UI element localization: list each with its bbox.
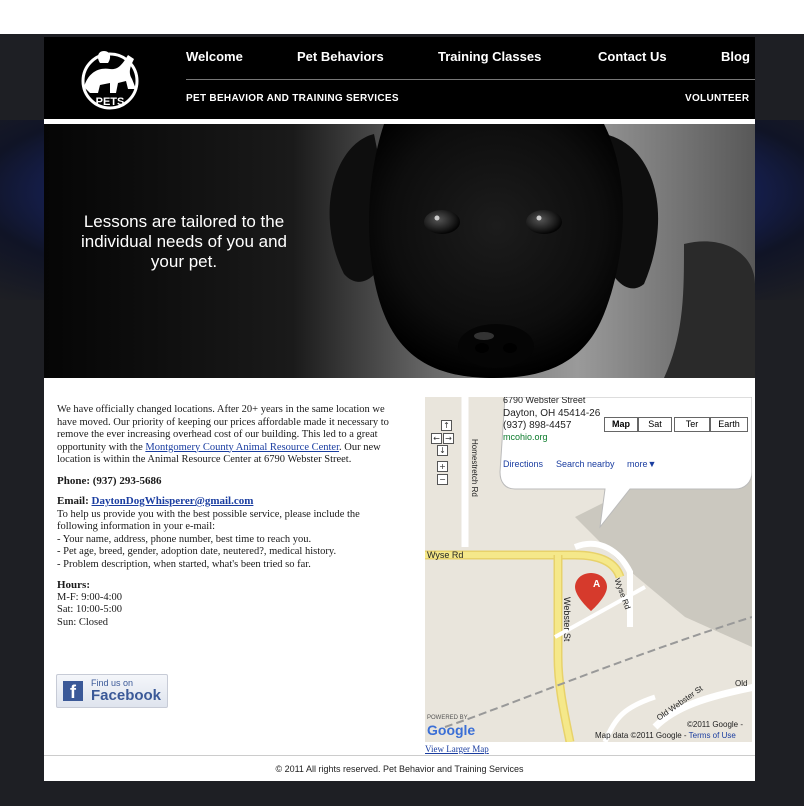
map-type-earth[interactable]: Earth bbox=[710, 417, 748, 432]
road-label-homestretch: Homestretch Rd bbox=[470, 439, 479, 497]
map-type-sat[interactable]: Sat bbox=[638, 417, 672, 432]
hero-banner: Lessons are tailored to the individual n… bbox=[44, 124, 755, 378]
nav-blog[interactable]: Blog bbox=[721, 49, 750, 64]
site-footer: © 2011 All rights reserved. Pet Behavior… bbox=[44, 755, 755, 781]
intro-paragraph: We have officially changed locations. Af… bbox=[57, 404, 402, 467]
nav-welcome[interactable]: Welcome bbox=[186, 49, 243, 64]
info-column: We have officially changed locations. Af… bbox=[57, 404, 402, 629]
pan-left-icon[interactable]: ← bbox=[431, 433, 442, 444]
google-map[interactable]: A 6790 Webster Street Dayton, OH 45414-2… bbox=[425, 397, 752, 742]
road-label-wyse: Wyse Rd bbox=[427, 550, 464, 560]
map-copyright: ©2011 Google - bbox=[687, 720, 744, 729]
map-type-ter[interactable]: Ter bbox=[674, 417, 710, 432]
page-wrapper: PETS Welcome Pet Behaviors Training Clas… bbox=[44, 37, 755, 781]
zoom-out-icon[interactable]: − bbox=[437, 474, 448, 485]
map-data-line: Map data ©2011 Google - Terms of Use bbox=[595, 731, 736, 740]
facebook-icon: f bbox=[63, 681, 83, 702]
footer-copyright: © 2011 All rights reserved. Pet Behavior… bbox=[275, 764, 524, 774]
main-content: We have officially changed locations. Af… bbox=[44, 378, 755, 755]
map-directions-link[interactable]: Directions bbox=[503, 459, 543, 469]
pan-right-icon[interactable]: → bbox=[443, 433, 454, 444]
pan-down-icon[interactable]: ↓ bbox=[437, 445, 448, 456]
phone-line: Phone: (937) 293-5686 bbox=[57, 474, 162, 487]
pan-up-icon[interactable]: ↑ bbox=[441, 420, 452, 431]
email-bullet: - Problem description, when started, wha… bbox=[57, 558, 311, 570]
hero-tagline: Lessons are tailored to the individual n… bbox=[80, 212, 288, 271]
map-site[interactable]: mcohio.org bbox=[503, 432, 548, 442]
facebook-button[interactable]: f Find us on Facebook bbox=[56, 674, 168, 708]
pets-logo[interactable]: PETS bbox=[70, 43, 152, 113]
site-header: PETS Welcome Pet Behaviors Training Clas… bbox=[44, 37, 755, 119]
nav-training-classes[interactable]: Training Classes bbox=[438, 49, 541, 64]
map-type-map[interactable]: Map bbox=[604, 417, 638, 432]
nav-divider bbox=[186, 79, 755, 80]
top-band bbox=[0, 0, 804, 34]
map-city: Dayton, OH 45414-26 bbox=[503, 408, 601, 419]
site-subtitle: PET BEHAVIOR AND TRAINING SERVICES bbox=[186, 93, 399, 104]
map-street: 6790 Webster Street bbox=[503, 397, 586, 405]
logo-text: PETS bbox=[96, 96, 125, 108]
road-label-webster: Webster St bbox=[562, 597, 572, 642]
hours-row: M-F: 9:00-4:00 bbox=[57, 591, 123, 603]
map-data-text: Map data ©2011 Google - bbox=[595, 731, 689, 740]
hours-row: Sat: 10:00-5:00 bbox=[57, 604, 123, 615]
email-link[interactable]: DaytonDogWhisperer@gmail.com bbox=[92, 495, 254, 507]
facebook-big-text: Facebook bbox=[91, 687, 162, 704]
hours-row: Sun: Closed bbox=[57, 616, 109, 628]
google-logo[interactable]: Google bbox=[427, 722, 475, 738]
nav-contact-us[interactable]: Contact Us bbox=[598, 49, 667, 64]
map-marker-label[interactable]: A bbox=[593, 579, 600, 590]
view-larger-map-link[interactable]: View Larger Map bbox=[425, 744, 489, 754]
email-label: Email: bbox=[57, 495, 92, 507]
hours-title: Hours: bbox=[57, 579, 90, 591]
email-bullet: - Your name, address, phone number, best… bbox=[57, 533, 312, 545]
terms-of-use-link[interactable]: Terms of Use bbox=[689, 731, 736, 740]
map-search-nearby-link[interactable]: Search nearby bbox=[556, 459, 615, 469]
map-phone: (937) 898-4457 bbox=[503, 420, 572, 431]
nav-pet-behaviors[interactable]: Pet Behaviors bbox=[297, 49, 384, 64]
email-block: Email: DaytonDogWhisperer@gmail.com To h… bbox=[57, 495, 402, 571]
email-help: To help us provide you with the best pos… bbox=[57, 508, 360, 533]
email-bullet: - Pet age, breed, gender, adoption date,… bbox=[57, 546, 337, 557]
powered-by: POWERED BY bbox=[427, 715, 468, 721]
map-more-link[interactable]: more▼ bbox=[627, 459, 656, 469]
nav-volunteer[interactable]: VOLUNTEER bbox=[685, 93, 749, 104]
animal-resource-center-link[interactable]: Montgomery County Animal Resource Center bbox=[145, 442, 339, 453]
road-label-old: Old bbox=[735, 679, 748, 688]
zoom-in-icon[interactable]: + bbox=[437, 461, 448, 472]
